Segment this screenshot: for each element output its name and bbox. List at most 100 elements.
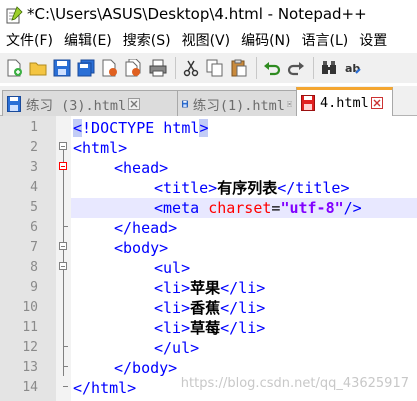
line-number: 8 bbox=[30, 260, 38, 275]
copy-button[interactable] bbox=[204, 57, 226, 79]
folder-open-icon bbox=[29, 62, 47, 76]
code-token: </body> bbox=[114, 359, 178, 377]
paste-button[interactable] bbox=[228, 57, 250, 79]
find-button[interactable] bbox=[318, 57, 340, 79]
window-title: *C:\Users\ASUS\Desktop\4.html - Notepad+… bbox=[27, 5, 367, 23]
code-token: 有序列表 bbox=[217, 179, 278, 197]
watermark: https://blog.csdn.net/qq_43625917 bbox=[180, 376, 409, 391]
close-all-button[interactable] bbox=[123, 57, 145, 79]
notepad-plus-plus-icon bbox=[6, 6, 23, 24]
menu-view[interactable]: 视图(V) bbox=[176, 30, 236, 52]
close-file-icon bbox=[102, 59, 117, 77]
code-text: </body> bbox=[114, 358, 177, 378]
code-line: 10 <li>香蕉</li> bbox=[0, 298, 417, 318]
code-line: 4 <title>有序列表</title> bbox=[0, 178, 417, 198]
code-token: <html> bbox=[73, 139, 128, 157]
code-line: 13 </body> bbox=[0, 358, 417, 378]
toolbar-separator bbox=[313, 57, 314, 79]
code-line: 9 <li>苹果</li> bbox=[0, 278, 417, 298]
new-file-icon bbox=[7, 59, 22, 77]
copy-icon bbox=[206, 59, 223, 77]
code-token: <li> bbox=[154, 299, 191, 317]
new-file-button[interactable] bbox=[3, 57, 25, 79]
code-text: <meta charset="utf-8"/> bbox=[154, 198, 362, 218]
code-token: <li> bbox=[154, 319, 191, 337]
line-number: 9 bbox=[30, 280, 38, 295]
code-text: </html> bbox=[73, 378, 136, 398]
close-icon[interactable] bbox=[128, 97, 141, 110]
code-token: 苹果 bbox=[190, 279, 221, 297]
code-token: 香蕉 bbox=[190, 299, 221, 317]
menu-bar: 文件(F) 编辑(E) 搜索(S) 视图(V) 编码(N) 语言(L) 设置 bbox=[0, 30, 417, 52]
code-token: <li> bbox=[154, 279, 191, 297]
cut-button[interactable] bbox=[180, 57, 202, 79]
code-text: <li>草莓</li> bbox=[154, 318, 265, 338]
toolbar: ab bbox=[0, 53, 417, 83]
code-token: <body> bbox=[114, 239, 169, 257]
code-token: <ul> bbox=[154, 259, 191, 277]
code-editor[interactable]: 1 <!DOCTYPE html> 2 <html> 3 <head> 4 <t… bbox=[0, 116, 417, 401]
code-text: </head> bbox=[114, 218, 177, 238]
close-all-icon bbox=[125, 59, 141, 77]
code-line: 11 <li>草莓</li> bbox=[0, 318, 417, 338]
menu-settings[interactable]: 设置 bbox=[353, 30, 392, 52]
code-token: 草莓 bbox=[190, 319, 221, 337]
undo-button[interactable] bbox=[261, 57, 283, 79]
line-number: 10 bbox=[22, 300, 38, 315]
line-number: 7 bbox=[30, 240, 38, 255]
menu-search[interactable]: 搜索(S) bbox=[117, 30, 176, 52]
tab-label: 练习 (3).html bbox=[26, 97, 127, 114]
code-text: <li>苹果</li> bbox=[154, 278, 265, 298]
code-token: <head> bbox=[114, 159, 169, 177]
close-icon[interactable] bbox=[286, 98, 292, 110]
line-number: 13 bbox=[22, 360, 38, 375]
code-token: !DOCTYPE html bbox=[82, 119, 200, 137]
redo-button[interactable] bbox=[285, 57, 307, 79]
code-line: 2 <html> bbox=[0, 138, 417, 158]
code-token: </html> bbox=[73, 379, 137, 397]
save-all-button[interactable] bbox=[75, 57, 97, 79]
code-token: /> bbox=[343, 199, 362, 217]
code-token: </title> bbox=[277, 179, 350, 197]
line-number: 11 bbox=[22, 320, 38, 335]
print-button[interactable] bbox=[147, 57, 169, 79]
code-line: 12 </ul> bbox=[0, 338, 417, 358]
menu-language[interactable]: 语言(L) bbox=[296, 30, 354, 52]
line-number: 1 bbox=[30, 120, 38, 135]
code-token: > bbox=[199, 119, 209, 137]
code-line: 8 <ul> bbox=[0, 258, 417, 278]
code-token: charset bbox=[208, 199, 272, 217]
code-token: <meta bbox=[154, 199, 209, 217]
line-number: 6 bbox=[30, 220, 38, 235]
menu-file[interactable]: 文件(F) bbox=[0, 30, 58, 52]
code-text: <body> bbox=[114, 238, 168, 258]
save-icon bbox=[53, 59, 71, 77]
code-line-current: 5 <meta charset="utf-8"/> bbox=[0, 198, 417, 218]
code-text: <!DOCTYPE html> bbox=[73, 118, 209, 138]
line-number: 14 bbox=[22, 380, 38, 395]
menu-edit[interactable]: 编辑(E) bbox=[58, 30, 117, 52]
code-token: "utf-8" bbox=[280, 199, 344, 217]
line-number: 4 bbox=[30, 180, 38, 195]
close-file-button[interactable] bbox=[99, 57, 121, 79]
close-icon[interactable] bbox=[370, 97, 383, 109]
menu-encoding[interactable]: 编码(N) bbox=[235, 30, 295, 52]
replace-button[interactable]: ab bbox=[342, 57, 364, 79]
tab-exercise-1[interactable]: 练习(1).html bbox=[177, 90, 297, 116]
line-number: 5 bbox=[30, 200, 38, 215]
tab-label: 练习(1).html bbox=[192, 97, 285, 114]
save-button[interactable] bbox=[51, 57, 73, 79]
tab-exercise-3[interactable]: 练习 (3).html bbox=[2, 90, 178, 116]
open-file-button[interactable] bbox=[27, 57, 49, 79]
undo-icon bbox=[264, 62, 281, 76]
printer-icon bbox=[149, 59, 167, 77]
svg-text:ab: ab bbox=[345, 62, 360, 75]
toolbar-separator bbox=[175, 57, 176, 79]
code-text: <ul> bbox=[154, 258, 190, 278]
code-line: 7 <body> bbox=[0, 238, 417, 258]
tab-4-html[interactable]: 4.html bbox=[296, 87, 393, 116]
redo-icon bbox=[287, 62, 304, 76]
saved-file-icon bbox=[182, 100, 188, 107]
binoculars-icon bbox=[322, 61, 336, 74]
tab-label: 4.html bbox=[320, 95, 369, 111]
